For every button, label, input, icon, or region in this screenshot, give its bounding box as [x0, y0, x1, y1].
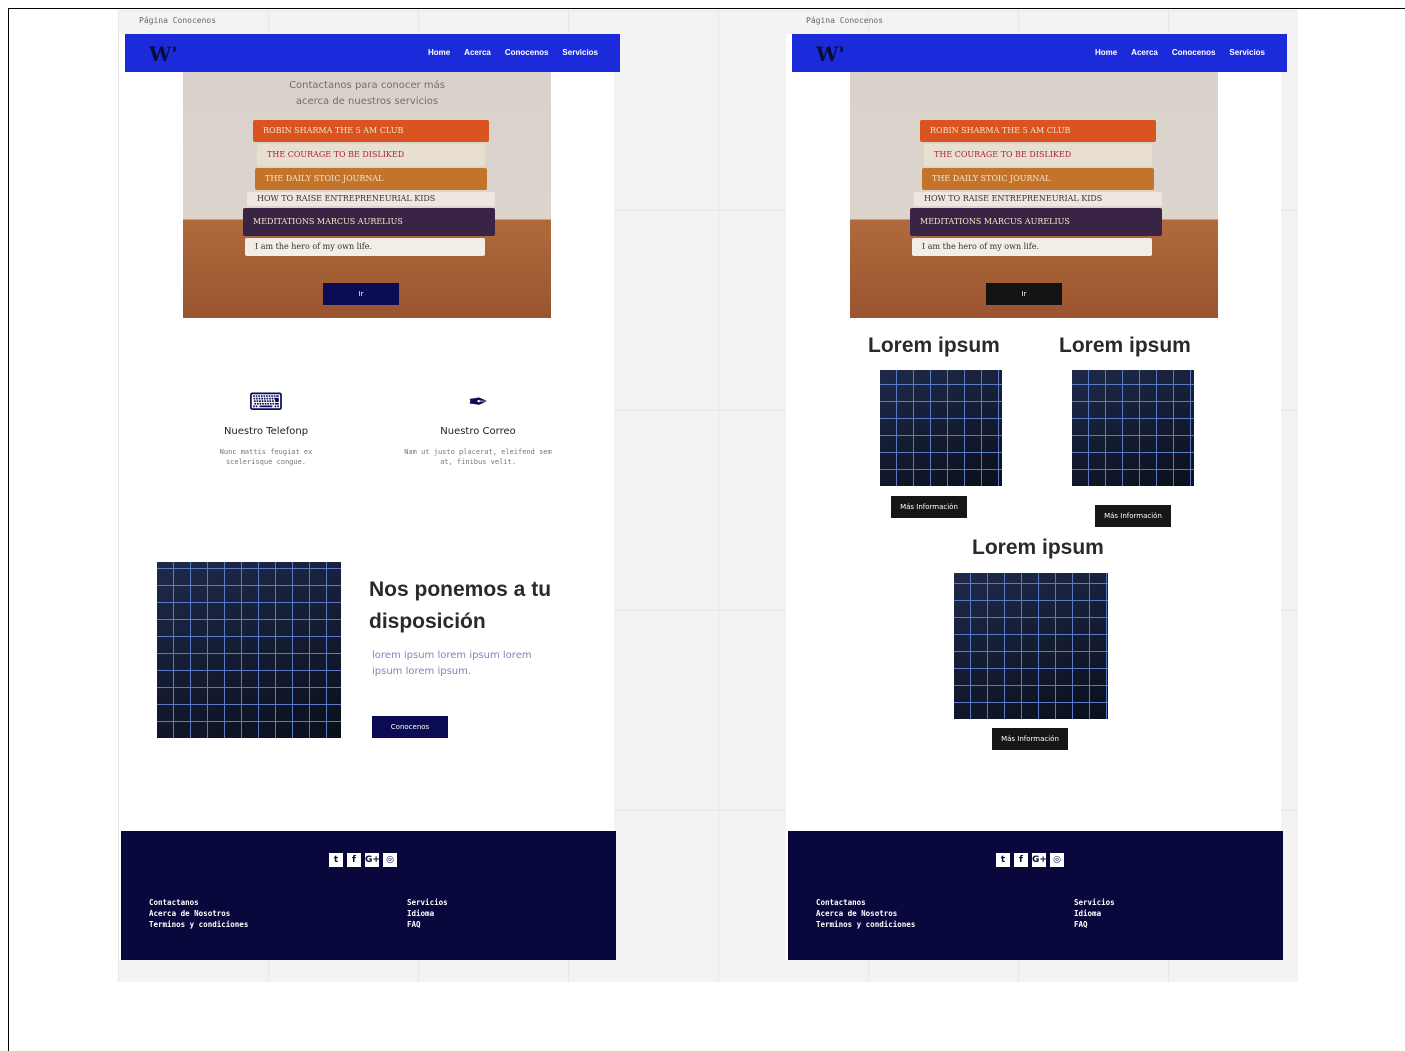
book: ROBIN SHARMA THE 5 AM CLUB: [253, 120, 489, 142]
instagram-icon[interactable]: ◎: [383, 853, 397, 867]
card-title: Lorem ipsum: [868, 334, 1000, 357]
footer-link[interactable]: Servicios: [1074, 897, 1115, 908]
nav-servicios[interactable]: Servicios: [1229, 48, 1265, 57]
feature-phone: ⌨ Nuestro Telefonp Nunc mattis feugiat e…: [181, 388, 351, 467]
more-info-button[interactable]: Más Información: [891, 496, 967, 518]
book: THE COURAGE TO BE DISLIKED: [257, 144, 485, 166]
navbar: W' Home Acerca Conocenos Servicios: [792, 34, 1287, 72]
twitter-icon[interactable]: t: [329, 853, 343, 867]
nav-home[interactable]: Home: [1095, 48, 1117, 57]
footer-link[interactable]: Contactanos: [816, 897, 915, 908]
hero-image: Contactanos para conocer más acerca de n…: [183, 72, 551, 318]
footer-link[interactable]: Contactanos: [149, 897, 248, 908]
navbar: W' Home Acerca Conocenos Servicios: [125, 34, 620, 72]
hero-button[interactable]: Ir: [986, 283, 1062, 305]
nav-acerca[interactable]: Acerca: [464, 48, 491, 57]
book: ROBIN SHARMA THE 5 AM CLUB: [920, 120, 1156, 142]
facebook-icon[interactable]: f: [347, 853, 361, 867]
book: HOW TO RAISE ENTREPRENEURIAL KIDS: [914, 192, 1162, 206]
frame-label-left: Página Conocenos: [139, 16, 217, 25]
keyboard-icon: ⌨: [248, 388, 284, 416]
google-plus-icon[interactable]: G+: [1032, 853, 1047, 867]
footer-link[interactable]: FAQ: [1074, 919, 1115, 930]
card-title: Lorem ipsum: [1059, 334, 1191, 357]
book: THE DAILY STOIC JOURNAL: [922, 168, 1154, 190]
footer-link[interactable]: Servicios: [407, 897, 448, 908]
nav-conocenos[interactable]: Conocenos: [505, 48, 549, 57]
feature-title: Nuestro Telefonp: [223, 426, 309, 437]
book: MEDITATIONS MARCUS AURELIUS: [910, 208, 1162, 236]
twitter-icon[interactable]: t: [996, 853, 1010, 867]
google-plus-icon[interactable]: G+: [365, 853, 380, 867]
more-info-button[interactable]: Más Información: [992, 728, 1068, 750]
keyboard-image: [157, 562, 341, 738]
artboard-left: W' Home Acerca Conocenos Servicios Conta…: [119, 34, 620, 960]
nav-acerca[interactable]: Acerca: [1131, 48, 1158, 57]
card-image: [954, 573, 1108, 719]
feature-desc: Nam ut justo placerat, eleifend sem at, …: [404, 448, 552, 466]
more-info-button[interactable]: Más Información: [1095, 505, 1171, 527]
logo: W': [149, 42, 178, 66]
hero-text: Contactanos para conocer más acerca de n…: [289, 80, 445, 107]
card-title: Lorem ipsum: [972, 536, 1104, 559]
book: THE DAILY STOIC JOURNAL: [255, 168, 487, 190]
footer: t f G+ ◎ Contactanos Acerca de Nosotros …: [121, 831, 616, 960]
nav-home[interactable]: Home: [428, 48, 450, 57]
footer-link[interactable]: FAQ: [407, 919, 448, 930]
book: I am the hero of my own life.: [245, 238, 485, 256]
logo: W': [816, 42, 845, 66]
facebook-icon[interactable]: f: [1014, 853, 1028, 867]
book: MEDITATIONS MARCUS AURELIUS: [243, 208, 495, 236]
feature-title: Nuestro Correo: [440, 426, 516, 437]
nav-conocenos[interactable]: Conocenos: [1172, 48, 1216, 57]
footer-link[interactable]: Acerca de Nosotros: [149, 908, 248, 919]
footer-link[interactable]: Idioma: [1074, 908, 1115, 919]
footer-link[interactable]: Terminos y condiciones: [816, 919, 915, 930]
book: I am the hero of my own life.: [912, 238, 1152, 256]
book: THE COURAGE TO BE DISLIKED: [924, 144, 1152, 166]
instagram-icon[interactable]: ◎: [1050, 853, 1064, 867]
hero-button[interactable]: Ir: [323, 283, 399, 305]
card-image: [1072, 370, 1194, 486]
frame-label-right: Página Conocenos: [806, 16, 884, 25]
footer-link[interactable]: Idioma: [407, 908, 448, 919]
section-text: lorem ipsum lorem ipsum lorem ipsum lore…: [372, 650, 532, 677]
section-title: Nos ponemos a tu disposición: [369, 578, 552, 633]
footer-link[interactable]: Acerca de Nosotros: [816, 908, 915, 919]
conocenos-button[interactable]: Conocenos: [372, 716, 448, 738]
feather-icon: ✒: [467, 388, 489, 416]
book: HOW TO RAISE ENTREPRENEURIAL KIDS: [247, 192, 495, 206]
card-image: [880, 370, 1002, 486]
footer-link[interactable]: Terminos y condiciones: [149, 919, 248, 930]
feature-mail: ✒ Nuestro Correo Nam ut justo placerat, …: [393, 388, 563, 467]
nav-servicios[interactable]: Servicios: [562, 48, 598, 57]
artboard-right: W' Home Acerca Conocenos Servicios ROBIN…: [786, 34, 1287, 960]
feature-desc: Nunc mattis feugiat ex scelerisque congu…: [219, 448, 313, 466]
hero-image: ROBIN SHARMA THE 5 AM CLUB THE COURAGE T…: [850, 72, 1218, 318]
footer: t f G+ ◎ Contactanos Acerca de Nosotros …: [788, 831, 1283, 960]
